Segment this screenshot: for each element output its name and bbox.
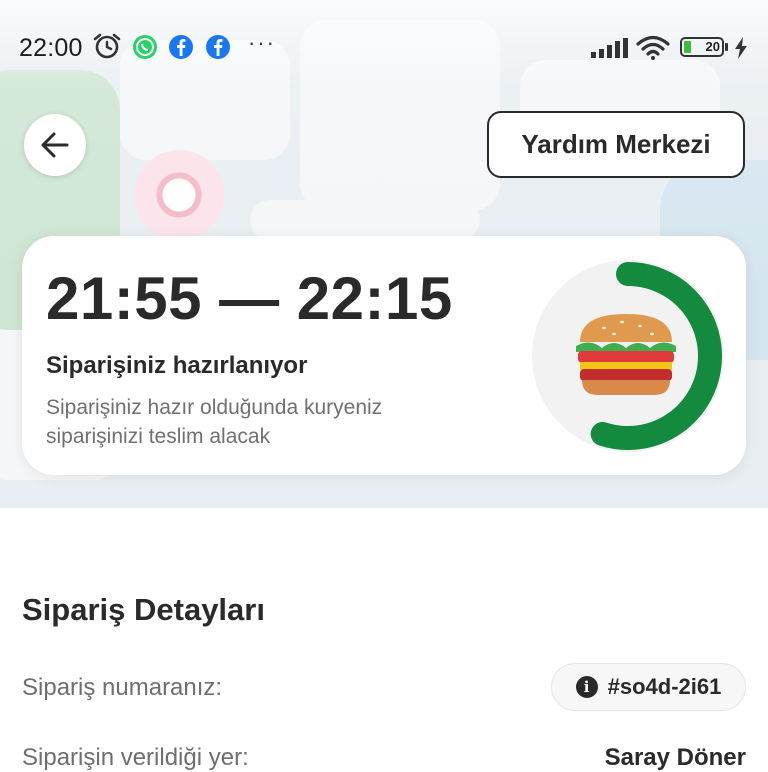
facebook-icon	[206, 35, 230, 59]
delivery-time-window: 21:55 — 22:15	[46, 265, 453, 332]
order-status-title: Siparişiniz hazırlanıyor	[46, 352, 308, 379]
order-details-title: Sipariş Detayları	[22, 592, 265, 627]
order-number-chip[interactable]: i #so4d-2i61	[551, 663, 746, 711]
status-time: 22:00	[19, 34, 83, 62]
battery-icon: 20	[680, 37, 728, 57]
signal-icon	[591, 38, 628, 58]
help-center-button[interactable]: Yardım Merkezi	[487, 111, 745, 178]
order-number-label: Sipariş numaranız:	[22, 674, 223, 701]
order-status-card: 21:55 — 22:15 Siparişiniz hazırlanıyor S…	[22, 236, 746, 475]
burger-icon	[576, 314, 676, 395]
battery-level: 20	[705, 39, 720, 54]
order-progress-ring	[532, 260, 724, 452]
arrow-left-icon	[41, 132, 69, 158]
alarm-icon	[93, 33, 121, 59]
back-button[interactable]	[24, 114, 86, 176]
order-number-value: #so4d-2i61	[607, 674, 722, 699]
status-bar: 22:00 ··· 20	[0, 0, 768, 92]
whatsapp-icon	[133, 35, 157, 59]
more-dots-icon: ···	[248, 30, 276, 55]
info-icon: i	[575, 676, 598, 698]
order-status-description: Siparişiniz hazır olduğunda kuryeniz sip…	[46, 396, 383, 448]
charging-icon	[735, 37, 747, 59]
facebook-icon	[169, 35, 193, 59]
wifi-icon	[636, 35, 670, 60]
